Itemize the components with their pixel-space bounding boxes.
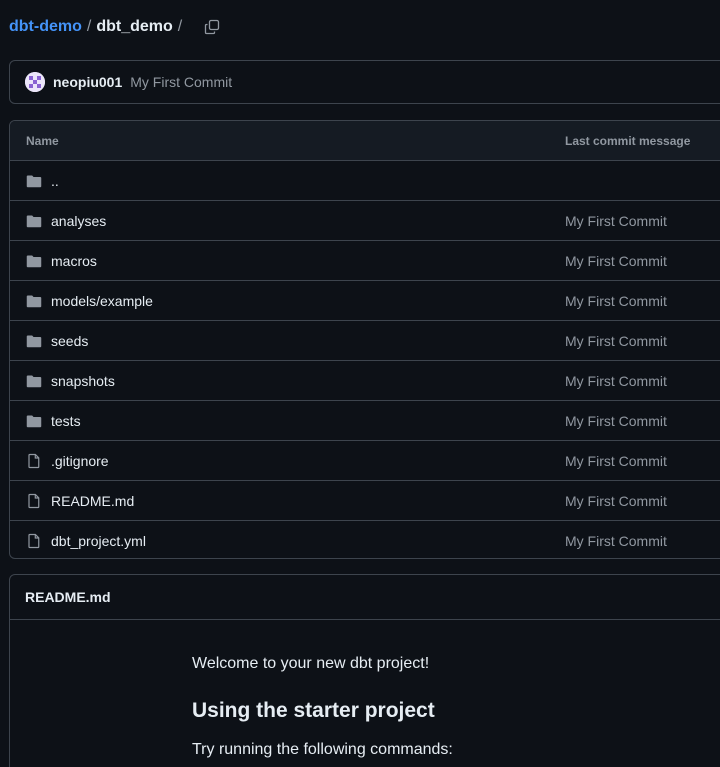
row-commit-message-link[interactable]: My First Commit — [565, 453, 667, 469]
row-commit-message-link[interactable]: My First Commit — [565, 493, 667, 509]
row-name-link[interactable]: .. — [51, 173, 59, 189]
file-icon — [26, 533, 42, 549]
table-row[interactable]: seeds My First Commit — [10, 321, 720, 361]
row-commit-message-link[interactable]: My First Commit — [565, 253, 667, 269]
commit-author-link[interactable]: neopiu001 — [53, 74, 122, 90]
row-name-link[interactable]: dbt_project.yml — [51, 533, 146, 549]
row-name-link[interactable]: macros — [51, 253, 97, 269]
breadcrumb: dbt-demo / dbt_demo / — [9, 16, 223, 38]
row-commit-message-link[interactable]: My First Commit — [565, 373, 667, 389]
commit-message-link[interactable]: My First Commit — [130, 74, 232, 90]
file-icon — [26, 493, 42, 509]
copy-icon — [205, 19, 220, 35]
row-commit-message-link[interactable]: My First Commit — [565, 333, 667, 349]
column-header-name: Name — [26, 133, 59, 148]
folder-icon — [26, 253, 42, 269]
column-header-last-commit: Last commit message — [565, 133, 691, 148]
readme-intro: Welcome to your new dbt project! — [192, 655, 430, 672]
row-commit-message-link[interactable]: My First Commit — [565, 533, 667, 549]
table-row[interactable]: analyses My First Commit — [10, 201, 720, 241]
breadcrumb-separator: / — [86, 18, 92, 35]
table-row[interactable]: .gitignore My First Commit — [10, 441, 720, 481]
breadcrumb-trailing-separator: / — [177, 18, 183, 35]
row-name-link[interactable]: .gitignore — [51, 453, 109, 469]
row-name-link[interactable]: README.md — [51, 493, 134, 509]
readme-paragraph: Try running the following commands: — [192, 741, 453, 758]
table-row[interactable]: tests My First Commit — [10, 401, 720, 441]
row-commit-message-link[interactable]: My First Commit — [565, 413, 667, 429]
row-name-link[interactable]: tests — [51, 413, 81, 429]
avatar-identicon — [25, 72, 45, 92]
table-row[interactable]: snapshots My First Commit — [10, 361, 720, 401]
file-icon — [26, 453, 42, 469]
row-name-link[interactable]: snapshots — [51, 373, 115, 389]
breadcrumb-current-folder: dbt_demo — [96, 18, 173, 35]
latest-commit-box: neopiu001 My First Commit — [9, 60, 720, 104]
readme-title[interactable]: README.md — [10, 575, 720, 620]
row-name-link[interactable]: models/example — [51, 293, 153, 309]
table-row[interactable]: dbt_project.yml My First Commit — [10, 521, 720, 558]
breadcrumb-repo-link[interactable]: dbt-demo — [9, 18, 82, 36]
folder-icon — [26, 373, 42, 389]
avatar[interactable] — [25, 72, 45, 92]
readme-panel: README.md Welcome to your new dbt projec… — [9, 574, 720, 767]
folder-icon — [26, 173, 42, 189]
row-name-link[interactable]: analyses — [51, 213, 106, 229]
row-name-link[interactable]: seeds — [51, 333, 88, 349]
folder-icon — [26, 333, 42, 349]
readme-heading: Using the starter project — [192, 699, 435, 722]
folder-icon — [26, 213, 42, 229]
table-row[interactable]: README.md My First Commit — [10, 481, 720, 521]
table-row[interactable]: .. — [10, 161, 720, 201]
folder-icon — [26, 413, 42, 429]
folder-icon — [26, 293, 42, 309]
copy-path-button[interactable] — [201, 16, 223, 38]
table-row[interactable]: macros My First Commit — [10, 241, 720, 281]
table-row[interactable]: models/example My First Commit — [10, 281, 720, 321]
row-commit-message-link[interactable]: My First Commit — [565, 293, 667, 309]
row-commit-message-link[interactable]: My First Commit — [565, 213, 667, 229]
file-table-header: Name Last commit message — [10, 121, 720, 161]
file-table: Name Last commit message .. analyses My Fi… — [9, 120, 720, 559]
